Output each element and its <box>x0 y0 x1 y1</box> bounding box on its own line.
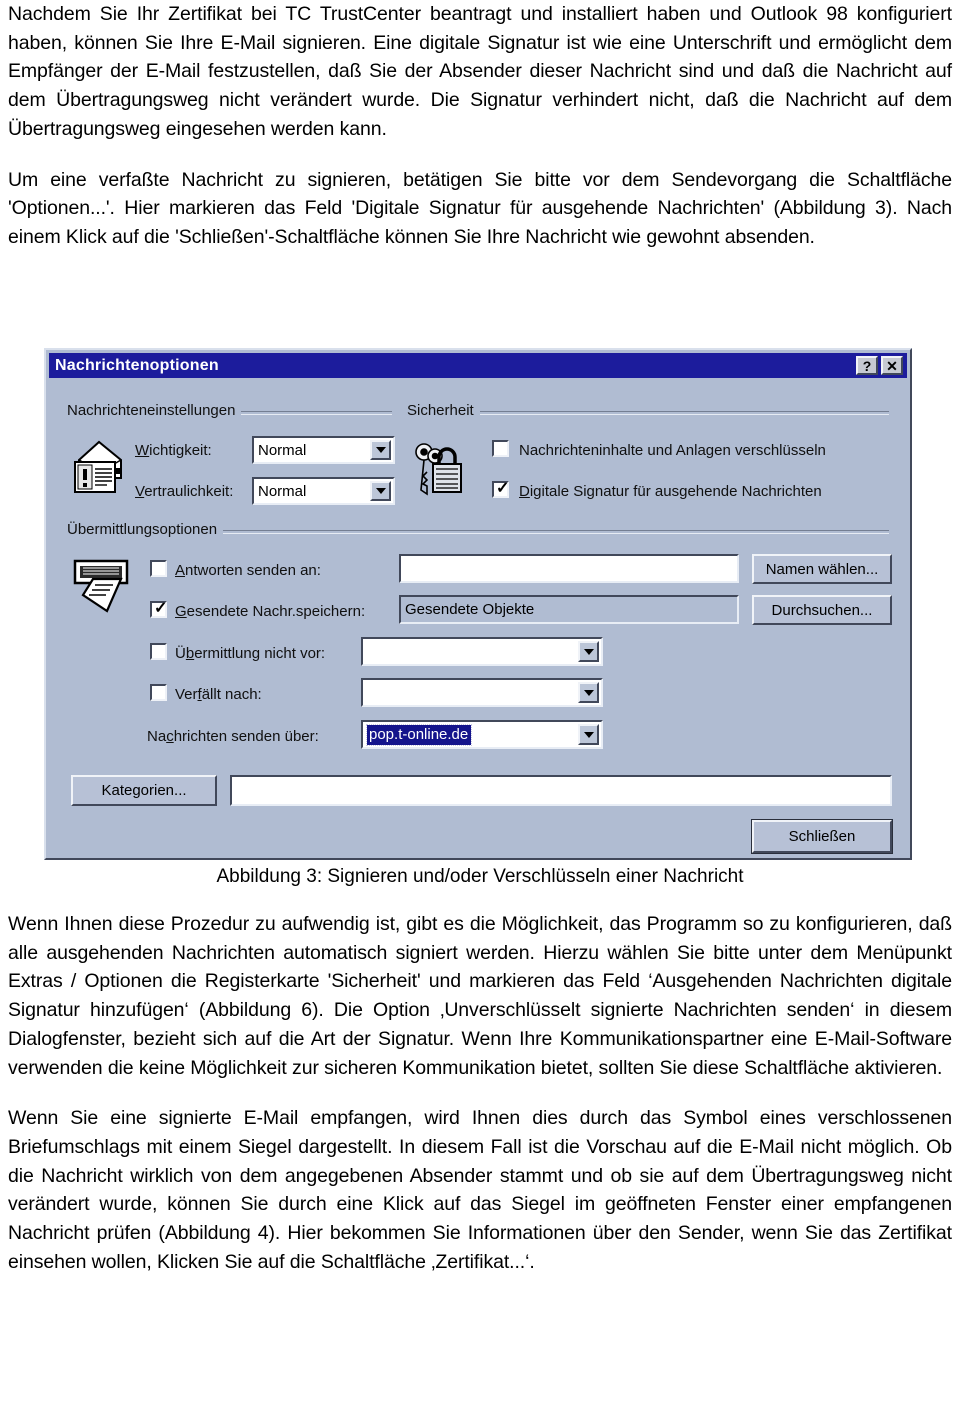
save-sent-value: Gesendete Objekte <box>405 601 535 618</box>
categories-input[interactable] <box>230 775 892 806</box>
envelope-exclamation-icon <box>69 438 125 496</box>
dialog-titlebar: Nachrichtenoptionen ? ✕ <box>49 353 907 378</box>
chevron-down-icon[interactable] <box>370 481 391 501</box>
importance-value: Normal <box>258 441 307 459</box>
close-icon[interactable]: ✕ <box>881 356 903 375</box>
mail-slot-envelope-icon <box>71 555 133 617</box>
browse-label: Durchsuchen... <box>771 601 873 619</box>
save-sent-input[interactable]: Gesendete Objekte <box>399 595 739 624</box>
expires-checkbox[interactable] <box>150 684 167 701</box>
reply-to-checkbox[interactable] <box>150 560 167 577</box>
importance-label: Wichtigkeit: <box>135 442 212 459</box>
digital-signature-checkbox[interactable]: ✓ <box>492 480 510 498</box>
importance-combobox[interactable]: Normal <box>252 436 395 464</box>
categories-label: Kategorien... <box>101 782 187 799</box>
paragraph-2: Um eine verfaßte Nachricht zu signieren,… <box>8 168 952 248</box>
categories-button[interactable]: Kategorien... <box>71 775 217 806</box>
close-dialog-button[interactable]: Schließen <box>752 820 892 853</box>
do-not-deliver-label: Übermittlung nicht vor: <box>175 645 326 662</box>
expires-label: Verfällt nach: <box>175 686 262 703</box>
check-icon: ✓ <box>496 480 510 497</box>
encrypt-label: Nachrichteninhalte und Anlagen verschlüs… <box>519 442 826 459</box>
expires-combobox[interactable] <box>361 678 603 707</box>
chevron-down-icon[interactable] <box>578 724 599 745</box>
choose-names-button[interactable]: Namen wählen... <box>752 554 892 584</box>
help-icon[interactable]: ? <box>856 356 878 375</box>
paragraph-spacer-2 <box>0 1082 960 1104</box>
send-using-label: Nachrichten senden über: <box>147 728 319 745</box>
do-not-deliver-combobox[interactable] <box>361 637 603 666</box>
chevron-down-icon[interactable] <box>370 440 391 460</box>
dialog-title: Nachrichtenoptionen <box>55 356 219 374</box>
group-label-security: Sicherheit <box>407 402 480 419</box>
figure-caption: Abbildung 3: Signieren und/oder Verschlü… <box>216 866 744 887</box>
close-dialog-label: Schließen <box>788 828 856 845</box>
encrypt-checkbox[interactable] <box>492 440 509 457</box>
check-icon: ✓ <box>154 600 168 617</box>
digital-signature-label: Digitale Signatur für ausgehende Nachric… <box>519 483 822 500</box>
browse-button[interactable]: Durchsuchen... <box>752 595 892 625</box>
send-using-value: pop.t-online.de <box>365 723 473 746</box>
sensitivity-combobox[interactable]: Normal <box>252 477 395 505</box>
send-using-combobox[interactable]: pop.t-online.de <box>361 720 603 749</box>
paragraph-4: Wenn Sie eine signierte E-Mail empfangen… <box>8 1107 952 1273</box>
document-page: Nachdem Sie Ihr Zertifikat bei TC TrustC… <box>0 0 960 1416</box>
reply-to-input[interactable] <box>399 554 739 583</box>
do-not-deliver-checkbox[interactable] <box>150 643 167 660</box>
chevron-down-icon[interactable] <box>578 682 599 703</box>
group-label-message-settings: Nachrichteneinstellungen <box>67 402 242 419</box>
save-sent-checkbox[interactable]: ✓ <box>150 600 168 618</box>
save-sent-label: Gesendete Nachr.speichern: <box>175 603 366 620</box>
sensitivity-label: Vertraulichkeit: <box>135 483 234 500</box>
message-options-dialog: Nachrichtenoptionen ? ✕ Nachrichteneinst… <box>44 348 912 860</box>
group-label-delivery: Übermittlungsoptionen <box>67 521 224 538</box>
dialog-body: Nachrichteneinstellungen Wichtigkeit: No… <box>49 380 907 855</box>
reply-to-label: Antworten senden an: <box>175 562 321 579</box>
chevron-down-icon[interactable] <box>578 641 599 662</box>
padlock-keys-icon <box>411 438 469 498</box>
titlebar-button-group: ? ✕ <box>856 356 907 375</box>
sensitivity-value: Normal <box>258 482 307 500</box>
lower-text-block: Wenn Ihnen diese Prozedur zu aufwendig i… <box>0 910 960 1276</box>
paragraph-3: Wenn Ihnen diese Prozedur zu aufwendig i… <box>8 913 952 1079</box>
choose-names-label: Namen wählen... <box>765 560 879 578</box>
paragraph-1: Nachdem Sie Ihr Zertifikat bei TC TrustC… <box>8 3 952 140</box>
